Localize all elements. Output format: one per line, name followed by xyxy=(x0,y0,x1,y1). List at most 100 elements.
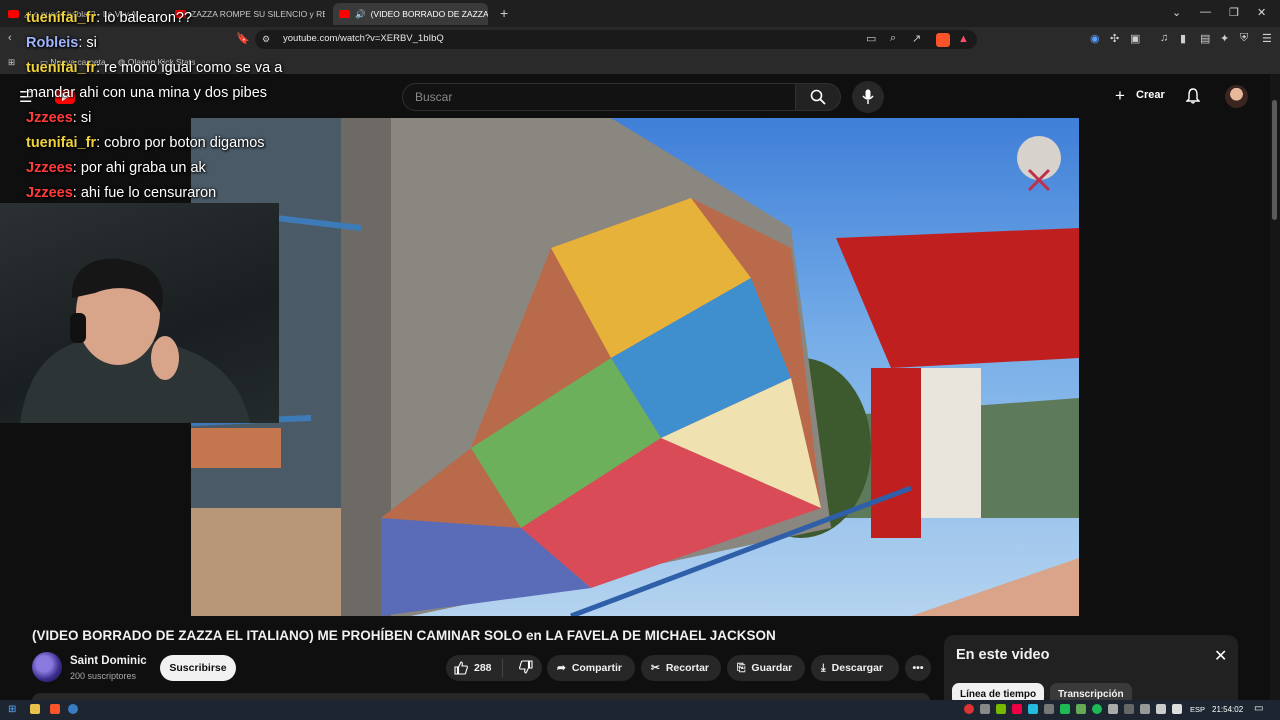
chat-message: Jzzees: si xyxy=(26,106,326,131)
tray-app-icon[interactable] xyxy=(1140,704,1150,714)
back-icon[interactable]: ‹ xyxy=(8,32,12,44)
download-label: Descargar xyxy=(831,662,884,674)
share-page-icon[interactable]: ↗ xyxy=(912,32,921,45)
leo-ai-icon[interactable]: ✦ xyxy=(1220,32,1229,45)
file-explorer-icon[interactable] xyxy=(30,704,40,714)
minimize-button[interactable]: — xyxy=(1200,6,1211,18)
extensions-icon[interactable]: ✣ xyxy=(1110,32,1119,45)
channel-name[interactable]: Saint Dominic xyxy=(70,655,147,667)
browser-tab-active[interactable]: 🔊 (VIDEO BORRADO DE ZAZZA ✕ xyxy=(333,3,488,25)
roof-tiles xyxy=(191,428,281,468)
save-button[interactable]: ⎘ Guardar xyxy=(727,655,805,681)
chat-username: tuenifai_fr xyxy=(26,135,97,151)
chat-message: tuenifai_fr: lo balearon?? xyxy=(26,6,326,31)
terrace-floor xyxy=(911,558,1079,616)
thumbs-up-icon xyxy=(454,661,468,675)
tab-search-icon[interactable]: ⌄ xyxy=(1172,6,1181,19)
chat-message: Robleis: si xyxy=(26,31,326,56)
stream-chat-overlay: tuenifai_fr: lo balearon?? Robleis: si tue… xyxy=(26,6,326,206)
user-avatar[interactable] xyxy=(1225,85,1248,108)
panel-title: En este video xyxy=(956,647,1050,663)
brave-rewards-icon[interactable]: ▲ xyxy=(958,33,969,45)
clip-label: Recortar xyxy=(665,662,709,674)
audio-icon[interactable]: ◉ xyxy=(1090,32,1100,45)
channel-avatar[interactable] xyxy=(32,652,62,682)
brave-shield-icon[interactable] xyxy=(936,33,950,47)
tray-app-icon[interactable] xyxy=(1044,704,1054,714)
clip-button[interactable]: ✂ Recortar xyxy=(641,655,721,681)
tray-app-icon[interactable] xyxy=(980,704,990,714)
restore-button[interactable]: ❐ xyxy=(1229,6,1239,19)
steam-icon[interactable] xyxy=(68,704,78,714)
chat-message: Jzzees: por ahi graba un ak xyxy=(26,156,326,181)
zoom-icon[interactable]: ⌕ xyxy=(890,32,896,45)
create-button[interactable]: Crear xyxy=(1136,89,1165,101)
download-button[interactable]: ⤓ Descargar xyxy=(811,655,899,681)
subscribe-button[interactable]: Suscribirse xyxy=(160,655,236,681)
youtube-favicon-icon xyxy=(8,10,19,18)
search-button[interactable] xyxy=(795,83,841,111)
wallet-icon[interactable]: ▤ xyxy=(1200,32,1210,45)
windows-start-icon[interactable]: ⊞ xyxy=(8,704,16,715)
tray-app-icon[interactable] xyxy=(1060,704,1070,714)
vpn-icon[interactable]: ⛨ xyxy=(1240,32,1248,45)
chat-text: : cobro por boton digamos xyxy=(96,135,265,151)
more-actions-button[interactable]: ••• xyxy=(905,655,931,681)
cast-icon[interactable]: ▭ xyxy=(866,32,876,45)
chat-text: : por ahi graba un ak xyxy=(72,160,206,176)
close-window-button[interactable]: ✕ xyxy=(1257,6,1266,19)
chat-username: Jzzees xyxy=(26,110,73,126)
webcam-overlay xyxy=(0,203,279,423)
stone-block xyxy=(191,508,341,616)
sidebar-icon[interactable]: ▮ xyxy=(1180,32,1186,45)
share-label: Compartir xyxy=(571,662,622,674)
tray-app-icon[interactable] xyxy=(1012,704,1022,714)
tray-nvidia-icon[interactable] xyxy=(996,704,1006,714)
voice-search-button[interactable] xyxy=(852,81,884,113)
plus-icon: + xyxy=(1115,86,1125,105)
apps-icon[interactable]: ⊞ xyxy=(8,57,15,68)
chat-username: tuenifai_fr xyxy=(26,60,97,76)
chat-message: tuenifai_fr: re mono igual como se va a xyxy=(26,56,326,81)
notification-center-icon[interactable]: ▭ xyxy=(1254,703,1263,714)
language-indicator[interactable]: ESP xyxy=(1190,705,1205,714)
tray-mic-icon[interactable] xyxy=(1108,704,1118,714)
tray-app-icon[interactable] xyxy=(1028,704,1038,714)
youtube-favicon-icon xyxy=(339,10,350,18)
search-input[interactable] xyxy=(402,83,796,111)
save-label: Guardar xyxy=(751,662,793,674)
close-panel-icon[interactable]: ✕ xyxy=(1214,646,1227,666)
tray-record-icon[interactable] xyxy=(964,704,974,714)
chat-username: tuenifai_fr xyxy=(26,10,97,26)
like-count: 288 xyxy=(474,662,492,674)
red-pillar xyxy=(871,368,921,538)
screenshot-icon[interactable]: ▣ xyxy=(1130,32,1140,45)
dislike-button[interactable] xyxy=(509,659,543,677)
chat-message: tuenifai_fr: cobro por boton digamos xyxy=(26,131,326,156)
search-placeholder: Buscar xyxy=(415,90,453,104)
scrollbar-thumb[interactable] xyxy=(1272,100,1277,220)
windows-taskbar xyxy=(0,700,1280,720)
red-building-roof xyxy=(836,228,1079,368)
volume-icon[interactable] xyxy=(1172,704,1182,714)
chat-username: Jzzees xyxy=(26,160,73,176)
chat-username: Jzzees xyxy=(26,185,73,201)
chat-text: mandar ahi con una mina y dos pibes xyxy=(26,85,268,101)
chat-username: Robleis xyxy=(26,35,79,51)
notifications-bell-icon[interactable] xyxy=(1185,88,1201,109)
tray-spotify-icon[interactable] xyxy=(1092,704,1102,714)
scissors-icon: ✂ xyxy=(651,662,660,674)
new-tab-button[interactable]: + xyxy=(500,5,508,21)
tray-app-icon[interactable] xyxy=(1076,704,1086,714)
bookmark-save-icon: ⎘ xyxy=(737,661,746,674)
share-button[interactable]: ➦ Compartir xyxy=(547,655,635,681)
share-icon: ➦ xyxy=(557,662,566,674)
like-button[interactable]: 288 xyxy=(446,659,503,677)
chat-message: Jzzees: ahi fue lo censuraron xyxy=(26,181,326,206)
taskbar-clock[interactable]: 21:54:02 xyxy=(1212,705,1243,714)
tray-app-icon[interactable] xyxy=(1124,704,1134,714)
menu-icon[interactable]: ☰ xyxy=(1262,32,1272,45)
network-icon[interactable] xyxy=(1156,704,1166,714)
brave-browser-icon[interactable] xyxy=(50,704,60,714)
music-icon[interactable]: ♫ xyxy=(1160,32,1168,44)
